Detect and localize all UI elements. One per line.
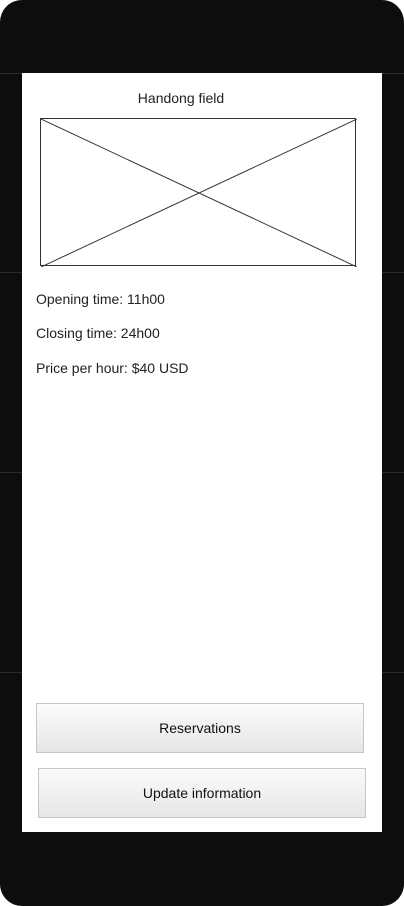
closing-time: Closing time: 24h00 bbox=[36, 325, 160, 341]
phone-frame: Handong field Opening time: 11h00 Closin… bbox=[0, 0, 404, 906]
page-title: Handong field bbox=[137, 90, 225, 106]
reservations-button-label: Reservations bbox=[159, 720, 241, 736]
update-information-button[interactable]: Update information bbox=[38, 768, 366, 818]
image-placeholder-icon bbox=[41, 119, 357, 267]
app-screen: Handong field Opening time: 11h00 Closin… bbox=[22, 73, 382, 832]
update-information-button-label: Update information bbox=[142, 785, 262, 801]
field-image-placeholder bbox=[40, 118, 357, 267]
opening-time: Opening time: 11h00 bbox=[36, 291, 165, 307]
reservations-button[interactable]: Reservations bbox=[36, 703, 364, 753]
price-per-hour: Price per hour: $40 USD bbox=[36, 360, 189, 376]
